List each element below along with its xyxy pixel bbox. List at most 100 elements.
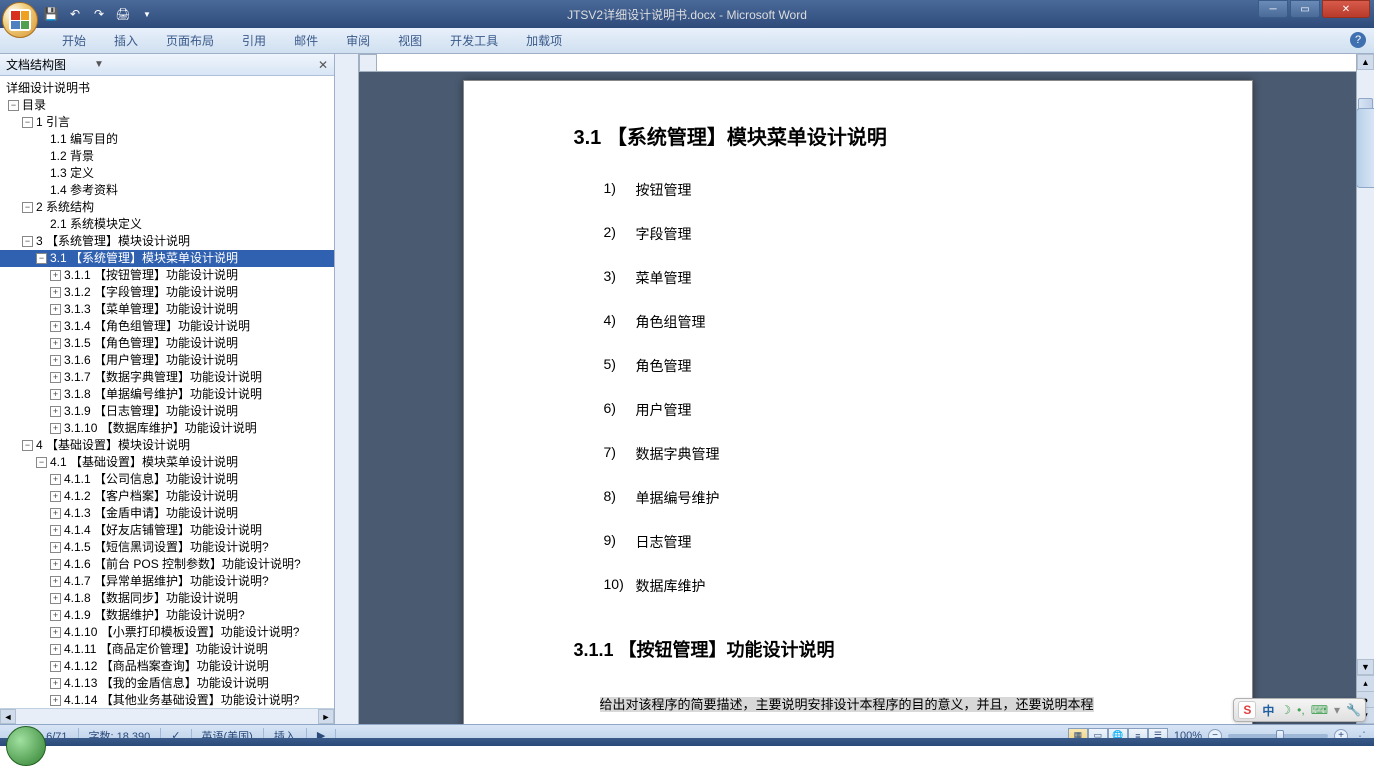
tree-n14[interactable]: 1.4 参考资料 (0, 182, 334, 199)
ime-punct-icon[interactable]: •, (1297, 703, 1305, 717)
expand-icon[interactable]: + (50, 559, 61, 570)
scroll-left-icon[interactable]: ◄ (0, 709, 16, 724)
tree-n311[interactable]: +3.1.1 【按钮管理】功能设计说明 (0, 267, 334, 284)
tree-n13[interactable]: 1.3 定义 (0, 165, 334, 182)
scroll-up-icon[interactable]: ▲ (1357, 54, 1374, 70)
collapse-icon[interactable]: − (8, 100, 19, 111)
undo-icon[interactable]: ↶ (66, 5, 84, 23)
tree-n1[interactable]: −1 引言 (0, 114, 334, 131)
expand-icon[interactable]: + (50, 508, 61, 519)
tree-n21[interactable]: 2.1 系统模块定义 (0, 216, 334, 233)
save-icon[interactable]: 💾 (42, 5, 60, 23)
tree-n418[interactable]: +4.1.8 【数据同步】功能设计说明 (0, 590, 334, 607)
expand-icon[interactable]: + (50, 593, 61, 604)
ime-toolbar[interactable]: S 中 ☽ •, ⌨ ▾ 🔧 (1233, 698, 1366, 722)
tree-n3110[interactable]: +3.1.10 【数据库维护】功能设计说明 (0, 420, 334, 437)
tree-n31[interactable]: −3.1 【系统管理】模块菜单设计说明 (0, 250, 334, 267)
collapse-icon[interactable]: − (22, 440, 33, 451)
collapse-icon[interactable]: − (22, 117, 33, 128)
tree-n3[interactable]: −3 【系统管理】模块设计说明 (0, 233, 334, 250)
tab-developer[interactable]: 开发工具 (436, 28, 512, 53)
windows-taskbar[interactable] (0, 738, 1374, 746)
expand-icon[interactable]: + (50, 542, 61, 553)
vertical-ruler[interactable] (335, 54, 359, 724)
expand-icon[interactable]: + (50, 304, 61, 315)
expand-icon[interactable]: + (50, 321, 61, 332)
tree-n318[interactable]: +3.1.8 【单据编号维护】功能设计说明 (0, 386, 334, 403)
expand-icon[interactable]: + (50, 491, 61, 502)
tree-n411[interactable]: +4.1.1 【公司信息】功能设计说明 (0, 471, 334, 488)
expand-icon[interactable]: + (50, 270, 61, 281)
document-map-tree[interactable]: 详细设计说明书 −目录 −1 引言 1.1 编写目的 1.2 背景 1.3 定义… (0, 76, 334, 708)
tree-n314[interactable]: +3.1.4 【角色组管理】功能设计说明 (0, 318, 334, 335)
expand-icon[interactable]: + (50, 355, 61, 366)
tab-pagelayout[interactable]: 页面布局 (152, 28, 228, 53)
tree-n4[interactable]: −4 【基础设置】模块设计说明 (0, 437, 334, 454)
expand-icon[interactable]: + (50, 576, 61, 587)
tree-n417[interactable]: +4.1.7 【异常单据维护】功能设计说明? (0, 573, 334, 590)
tree-n319[interactable]: +3.1.9 【日志管理】功能设计说明 (0, 403, 334, 420)
document-viewport[interactable]: 3.1 【系统管理】模块菜单设计说明 1)按钮管理2)字段管理3)菜单管理4)角… (359, 54, 1356, 724)
expand-icon[interactable]: + (50, 338, 61, 349)
ime-moon-icon[interactable]: ☽ (1280, 703, 1291, 717)
navpane-close-icon[interactable]: ✕ (318, 58, 328, 72)
tree-n4111[interactable]: +4.1.11 【商品定价管理】功能设计说明 (0, 641, 334, 658)
start-button[interactable] (6, 726, 46, 766)
tree-n412[interactable]: +4.1.2 【客户档案】功能设计说明 (0, 488, 334, 505)
tree-n41[interactable]: −4.1 【基础设置】模块菜单设计说明 (0, 454, 334, 471)
maximize-button[interactable]: ▭ (1290, 0, 1320, 18)
collapse-icon[interactable]: − (22, 202, 33, 213)
tree-n413[interactable]: +4.1.3 【金盾申请】功能设计说明 (0, 505, 334, 522)
expand-icon[interactable]: + (50, 627, 61, 638)
ime-menu-icon[interactable]: ▾ (1334, 703, 1340, 717)
scroll-right-icon[interactable]: ► (318, 709, 334, 724)
tree-n4110[interactable]: +4.1.10 【小票打印模板设置】功能设计说明? (0, 624, 334, 641)
minimize-button[interactable]: ─ (1258, 0, 1288, 18)
collapse-icon[interactable]: − (22, 236, 33, 247)
tree-n4113[interactable]: +4.1.13 【我的金盾信息】功能设计说明 (0, 675, 334, 692)
ime-mode-label[interactable]: 中 (1262, 702, 1274, 719)
tree-n2[interactable]: −2 系统结构 (0, 199, 334, 216)
tree-n312[interactable]: +3.1.2 【字段管理】功能设计说明 (0, 284, 334, 301)
tree-n415[interactable]: +4.1.5 【短信黑词设置】功能设计说明? (0, 539, 334, 556)
zoom-slider[interactable] (1228, 734, 1328, 738)
qat-dropdown-icon[interactable]: ▼ (138, 5, 156, 23)
tree-toc[interactable]: −目录 (0, 97, 334, 114)
close-button[interactable]: ✕ (1322, 0, 1370, 18)
ime-logo-icon[interactable]: S (1238, 701, 1256, 719)
tab-home[interactable]: 开始 (48, 28, 100, 53)
expand-icon[interactable]: + (50, 644, 61, 655)
ime-softkeyboard-icon[interactable]: ⌨ (1311, 703, 1328, 717)
expand-icon[interactable]: + (50, 525, 61, 536)
tab-review[interactable]: 审阅 (332, 28, 384, 53)
tree-n11[interactable]: 1.1 编写目的 (0, 131, 334, 148)
expand-icon[interactable]: + (50, 389, 61, 400)
office-button[interactable] (2, 2, 38, 38)
scroll-down-icon[interactable]: ▼ (1357, 659, 1374, 675)
tree-n4114[interactable]: +4.1.14 【其他业务基础设置】功能设计说明? (0, 692, 334, 708)
tree-n416[interactable]: +4.1.6 【前台 POS 控制参数】功能设计说明? (0, 556, 334, 573)
expand-icon[interactable]: + (50, 287, 61, 298)
expand-icon[interactable]: + (50, 610, 61, 621)
tree-n316[interactable]: +3.1.6 【用户管理】功能设计说明 (0, 352, 334, 369)
tab-mailings[interactable]: 邮件 (280, 28, 332, 53)
help-icon[interactable]: ? (1350, 32, 1366, 48)
expand-icon[interactable]: + (50, 372, 61, 383)
collapse-icon[interactable]: − (36, 457, 47, 468)
tab-addins[interactable]: 加载项 (512, 28, 576, 53)
tab-references[interactable]: 引用 (228, 28, 280, 53)
expand-icon[interactable]: + (50, 678, 61, 689)
tab-insert[interactable]: 插入 (100, 28, 152, 53)
expand-icon[interactable]: + (50, 406, 61, 417)
tree-root[interactable]: 详细设计说明书 (0, 80, 334, 97)
expand-icon[interactable]: + (50, 423, 61, 434)
expand-icon[interactable]: + (50, 695, 61, 706)
side-tab[interactable] (1356, 108, 1374, 188)
tree-n313[interactable]: +3.1.3 【菜单管理】功能设计说明 (0, 301, 334, 318)
expand-icon[interactable]: + (50, 661, 61, 672)
expand-icon[interactable]: + (50, 474, 61, 485)
document-page[interactable]: 3.1 【系统管理】模块菜单设计说明 1)按钮管理2)字段管理3)菜单管理4)角… (463, 80, 1253, 724)
tree-n315[interactable]: +3.1.5 【角色管理】功能设计说明 (0, 335, 334, 352)
tree-n414[interactable]: +4.1.4 【好友店铺管理】功能设计说明 (0, 522, 334, 539)
navpane-hscrollbar[interactable]: ◄ ► (0, 708, 334, 724)
